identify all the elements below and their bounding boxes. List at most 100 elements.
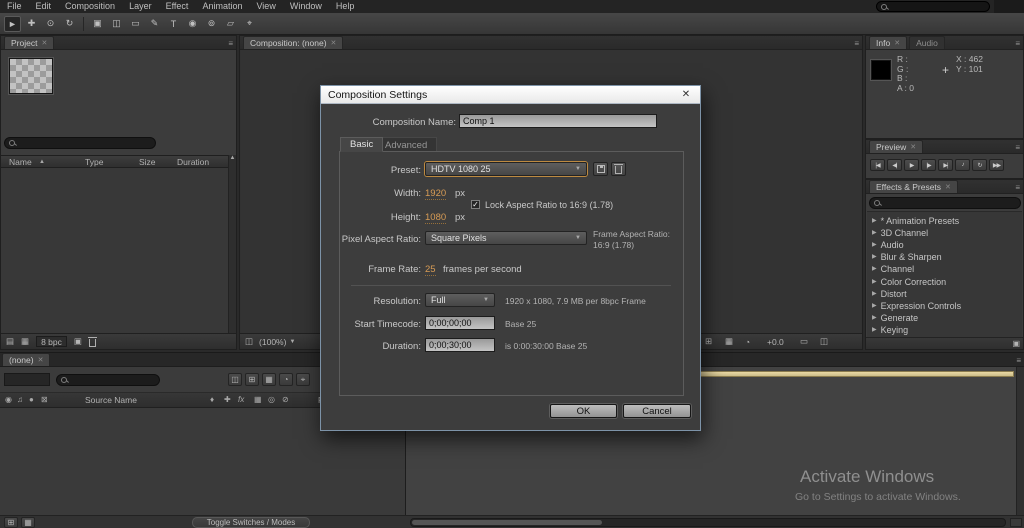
- duration-input[interactable]: [425, 338, 495, 352]
- height-value[interactable]: 1080: [425, 212, 446, 224]
- type-tool-icon[interactable]: T: [165, 16, 182, 32]
- eraser-tool-icon[interactable]: ▱: [222, 16, 239, 32]
- collapse-switch-icon[interactable]: ✚: [224, 395, 231, 404]
- cancel-button[interactable]: Cancel: [623, 404, 691, 418]
- column-name[interactable]: Name: [9, 157, 32, 167]
- close-icon[interactable]: ✕: [41, 39, 47, 47]
- column-size[interactable]: Size: [139, 157, 156, 167]
- menu-item-composition[interactable]: Composition: [58, 0, 122, 13]
- effects-category-keying[interactable]: ▶Keying: [872, 323, 908, 336]
- composition-name-input[interactable]: [459, 114, 657, 128]
- column-type[interactable]: Type: [85, 157, 103, 167]
- tab-project[interactable]: Project ✕: [4, 36, 54, 49]
- lock-aspect-label[interactable]: Lock Aspect Ratio to 16:9 (1.78): [485, 200, 613, 210]
- previous-frame-button[interactable]: ◀|: [887, 159, 902, 171]
- effects-category-channel[interactable]: ▶Channel: [872, 262, 914, 275]
- eye-icon[interactable]: ◉: [5, 395, 12, 404]
- effects-search-input[interactable]: [883, 198, 1016, 208]
- hide-shy-layers-icon[interactable]: ▦: [262, 373, 276, 386]
- project-scrollbar[interactable]: ▲: [228, 155, 236, 333]
- last-frame-button[interactable]: ▶|: [938, 159, 953, 171]
- tab-info[interactable]: Info ✕: [869, 36, 907, 49]
- scrollbar-thumb[interactable]: [412, 520, 602, 525]
- close-icon[interactable]: ✕: [910, 143, 916, 151]
- expand-in-out-pane-icon[interactable]: ▦: [21, 517, 35, 528]
- lock-aspect-checkbox[interactable]: ✓: [471, 200, 480, 209]
- audio-toggle-button[interactable]: ♪: [955, 159, 970, 171]
- grid-guides-icon[interactable]: ⊞: [705, 336, 712, 347]
- clone-stamp-tool-icon[interactable]: ⊚: [203, 16, 220, 32]
- menu-item-edit[interactable]: Edit: [29, 0, 59, 13]
- puppet-tool-icon[interactable]: ⌖: [241, 16, 258, 32]
- close-icon[interactable]: ✕: [945, 183, 951, 191]
- pixel-aspect-correction-icon[interactable]: ▭: [800, 336, 808, 347]
- fast-preview-icon[interactable]: ◫: [820, 336, 828, 347]
- current-time-field[interactable]: [4, 373, 50, 386]
- selection-tool-icon[interactable]: ►: [4, 16, 21, 32]
- panel-menu-icon[interactable]: ≡: [854, 39, 859, 48]
- solo-icon[interactable]: ●: [29, 395, 34, 404]
- dialog-close-icon[interactable]: ✕: [679, 89, 693, 100]
- tab-effects-presets[interactable]: Effects & Presets ✕: [869, 180, 958, 193]
- fx-switch-icon[interactable]: fx: [238, 395, 244, 404]
- tab-preview[interactable]: Preview ✕: [869, 140, 923, 153]
- panel-menu-icon[interactable]: ≡: [1016, 356, 1021, 365]
- timeline-search-field[interactable]: [56, 374, 160, 386]
- frame-rate-value[interactable]: 25: [425, 264, 436, 276]
- motion-blur-switch-icon[interactable]: ◎: [268, 395, 275, 404]
- shape-tool-icon[interactable]: ▭: [127, 16, 144, 32]
- motion-blur-icon[interactable]: ⌖: [296, 373, 310, 386]
- 3d-switch-icon[interactable]: ⊘: [282, 395, 289, 404]
- brush-tool-icon[interactable]: ◉: [184, 16, 201, 32]
- tab-basic[interactable]: Basic: [340, 137, 383, 152]
- shy-switch-icon[interactable]: ♦: [210, 395, 214, 404]
- close-icon[interactable]: ✕: [894, 39, 900, 47]
- expand-layer-pane-icon[interactable]: ⊞: [4, 517, 18, 528]
- zoom-tool-icon[interactable]: ⊙: [42, 16, 59, 32]
- mask-visibility-icon[interactable]: ▦: [725, 336, 733, 347]
- save-preset-button[interactable]: [593, 162, 608, 176]
- panel-menu-icon[interactable]: ≡: [1015, 143, 1020, 152]
- panel-menu-icon[interactable]: ≡: [228, 39, 233, 48]
- pixel-aspect-dropdown[interactable]: Square Pixels ▼: [425, 231, 587, 245]
- camera-tool-icon[interactable]: ▣: [89, 16, 106, 32]
- panel-menu-icon[interactable]: ≡: [1015, 39, 1020, 48]
- pan-behind-tool-icon[interactable]: ◫: [108, 16, 125, 32]
- bpc-button[interactable]: 8 bpc: [36, 336, 67, 347]
- interpret-footage-icon[interactable]: ▤: [6, 336, 14, 347]
- close-icon[interactable]: ✕: [331, 39, 337, 47]
- ram-preview-button[interactable]: ▶▶: [989, 159, 1004, 171]
- trash-icon[interactable]: [89, 339, 96, 347]
- exposure-value[interactable]: +0.0: [767, 337, 784, 347]
- help-search-field[interactable]: [876, 1, 990, 12]
- project-search-input[interactable]: [18, 138, 151, 148]
- first-frame-button[interactable]: |◀: [870, 159, 885, 171]
- hand-tool-icon[interactable]: ✚: [23, 16, 40, 32]
- new-folder-icon[interactable]: ▦: [21, 336, 29, 347]
- dialog-titlebar[interactable]: Composition Settings ✕: [321, 86, 700, 104]
- menu-item-effect[interactable]: Effect: [159, 0, 196, 13]
- audio-icon[interactable]: ♫: [17, 395, 23, 404]
- tab-advanced[interactable]: Advanced: [375, 137, 437, 152]
- ok-button[interactable]: OK: [550, 404, 617, 418]
- loop-toggle-button[interactable]: ↻: [972, 159, 987, 171]
- menu-item-animation[interactable]: Animation: [195, 0, 249, 13]
- new-composition-icon[interactable]: ▣: [74, 336, 82, 347]
- next-frame-button[interactable]: |▶: [921, 159, 936, 171]
- magnification-dropdown[interactable]: (100%) ▼: [259, 337, 295, 347]
- tab-composition[interactable]: Composition: (none) ✕: [243, 36, 343, 49]
- play-button[interactable]: ▶: [904, 159, 919, 171]
- menu-item-layer[interactable]: Layer: [122, 0, 159, 13]
- app-corner-button[interactable]: [994, 0, 1024, 13]
- frame-blend-switch-icon[interactable]: ▦: [254, 395, 262, 404]
- timeline-vertical-scrollbar[interactable]: [1016, 367, 1024, 515]
- menu-item-window[interactable]: Window: [283, 0, 329, 13]
- width-value[interactable]: 1920: [425, 188, 446, 200]
- rotate-tool-icon[interactable]: ↻: [61, 16, 78, 32]
- menu-item-file[interactable]: File: [0, 0, 29, 13]
- start-timecode-input[interactable]: [425, 316, 495, 330]
- scroll-up-icon[interactable]: ▲: [229, 155, 236, 161]
- panel-menu-icon[interactable]: ≡: [1015, 183, 1020, 192]
- tab-audio[interactable]: Audio: [909, 36, 945, 49]
- toggle-switches-modes-button[interactable]: Toggle Switches / Modes: [192, 517, 310, 528]
